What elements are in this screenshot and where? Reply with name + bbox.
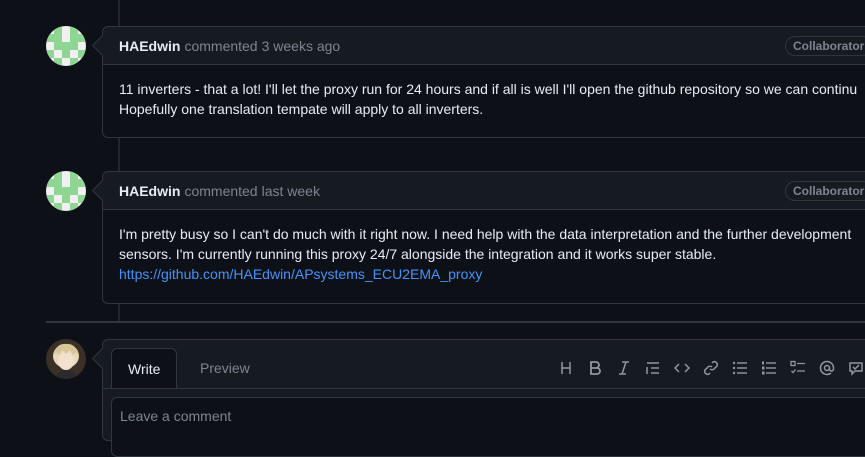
comment-author[interactable]: HAEdwin bbox=[119, 183, 180, 199]
tab-write[interactable]: Write bbox=[111, 348, 178, 389]
comment-timestamp[interactable]: last week bbox=[262, 183, 320, 199]
link-icon[interactable] bbox=[696, 356, 725, 380]
task-list-icon[interactable] bbox=[783, 356, 812, 380]
comment-input[interactable] bbox=[111, 397, 865, 457]
code-icon[interactable] bbox=[667, 356, 696, 380]
comment: HAEdwin commented 3 weeks ago Collaborat… bbox=[102, 26, 865, 138]
repository-link[interactable]: https://github.com/HAEdwin/APsystems_ECU… bbox=[119, 266, 482, 282]
reference-icon[interactable] bbox=[841, 356, 865, 380]
comment-header: HAEdwin commented last week Collaborator bbox=[103, 172, 865, 210]
comment-text-line: sensors. I'm currently running this prox… bbox=[119, 246, 717, 262]
comment-action: commented bbox=[184, 182, 258, 199]
mention-icon[interactable] bbox=[812, 356, 841, 380]
italic-icon[interactable] bbox=[609, 356, 638, 380]
avatar[interactable] bbox=[46, 171, 86, 211]
collaborator-badge: Collaborator bbox=[785, 36, 865, 56]
comment: HAEdwin commented last week Collaborator… bbox=[102, 171, 865, 304]
comment-timestamp[interactable]: 3 weeks ago bbox=[262, 38, 341, 54]
comment-action: commented bbox=[184, 37, 258, 54]
bold-icon[interactable] bbox=[580, 356, 609, 380]
numbered-list-icon[interactable] bbox=[754, 356, 783, 380]
comment-body: 11 inverters - that a lot! I'll let the … bbox=[103, 65, 865, 133]
comment-composer: Write Preview bbox=[102, 339, 865, 457]
comment-text-line: 11 inverters - that a lot! I'll let the … bbox=[119, 81, 858, 97]
comment-text-line: Hopefully one translation tempate will a… bbox=[119, 101, 484, 117]
composer-divider bbox=[103, 388, 865, 389]
timeline-divider bbox=[46, 321, 865, 323]
avatar[interactable] bbox=[46, 26, 86, 66]
quote-icon[interactable] bbox=[638, 356, 667, 380]
tab-preview[interactable]: Preview bbox=[184, 348, 266, 388]
comment-author[interactable]: HAEdwin bbox=[119, 38, 180, 54]
comment-text-line: I'm pretty busy so I can't do much with … bbox=[119, 226, 852, 242]
collaborator-badge: Collaborator bbox=[785, 181, 865, 201]
current-user-avatar[interactable] bbox=[46, 339, 86, 379]
comment-header: HAEdwin commented 3 weeks ago Collaborat… bbox=[103, 27, 865, 65]
bullet-list-icon[interactable] bbox=[725, 356, 754, 380]
heading-icon[interactable] bbox=[551, 356, 580, 380]
comment-body: I'm pretty busy so I can't do much with … bbox=[103, 210, 865, 298]
markdown-toolbar bbox=[551, 356, 865, 380]
